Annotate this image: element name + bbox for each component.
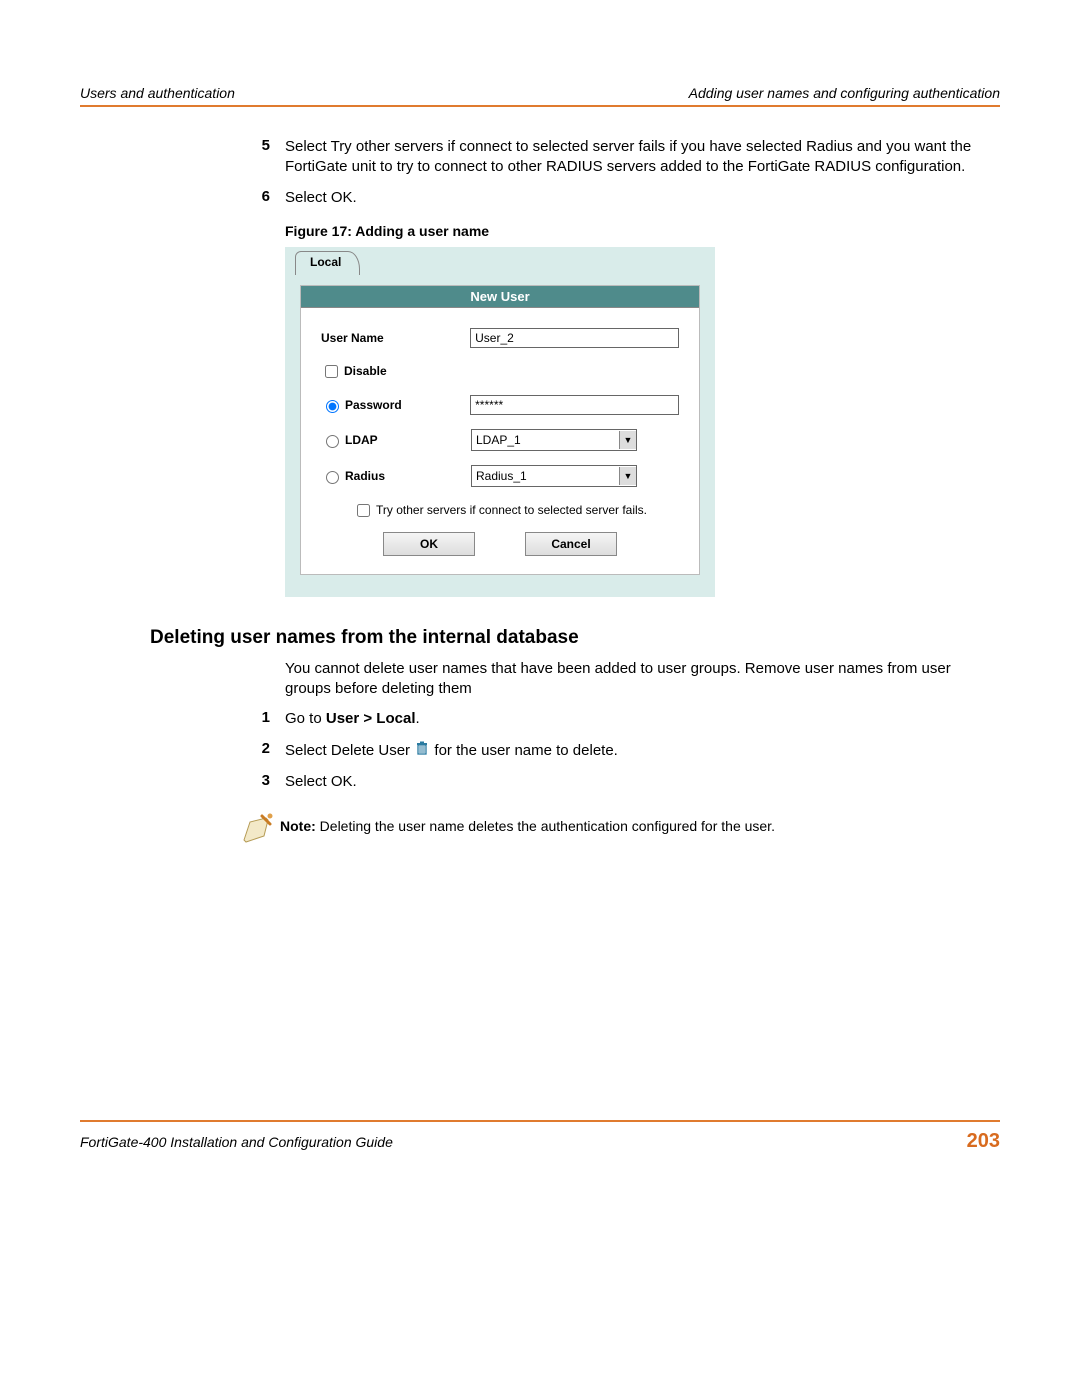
- user-name-label: User Name: [321, 331, 470, 345]
- ldap-row[interactable]: LDAP: [321, 432, 471, 448]
- cancel-button[interactable]: Cancel: [525, 532, 617, 556]
- step-num: 6: [240, 188, 285, 208]
- chevron-down-icon: ▼: [619, 467, 636, 485]
- new-user-dialog: Local New User User Name Disable: [285, 247, 715, 597]
- disable-row[interactable]: Disable: [321, 362, 471, 381]
- step-text: Go to User > Local.: [285, 709, 1000, 729]
- password-row[interactable]: Password: [321, 397, 470, 413]
- ldap-radio[interactable]: [326, 435, 339, 448]
- radius-select[interactable]: Radius_1 ▼: [471, 465, 637, 487]
- text: Select Delete User: [285, 742, 414, 759]
- radius-label: Radius: [345, 469, 385, 483]
- password-label: Password: [345, 398, 402, 412]
- step-num: 5: [240, 137, 285, 178]
- step-5: 5 Select Try other servers if connect to…: [240, 137, 1000, 178]
- header-rule: [80, 105, 1000, 107]
- note-text: Note: Deleting the user name deletes the…: [280, 812, 775, 834]
- ldap-select[interactable]: LDAP_1 ▼: [471, 429, 637, 451]
- trash-icon: [414, 740, 430, 762]
- step-6: 6 Select OK.: [240, 188, 1000, 208]
- form-title: New User: [301, 286, 699, 308]
- nav-path: User > Local: [326, 710, 416, 727]
- delete-intro: You cannot delete user names that have b…: [285, 659, 985, 700]
- text: Go to: [285, 710, 326, 727]
- step-text: Select OK.: [285, 772, 1000, 792]
- delete-step-3: 3 Select OK.: [240, 772, 1000, 792]
- delete-step-1: 1 Go to User > Local.: [240, 709, 1000, 729]
- footer-rule: [80, 1120, 1000, 1122]
- step-text: Select Try other servers if connect to s…: [285, 137, 1000, 178]
- header-right: Adding user names and configuring authen…: [689, 85, 1000, 101]
- chevron-down-icon: ▼: [619, 431, 636, 449]
- try-other-checkbox[interactable]: [357, 504, 370, 517]
- tab-local[interactable]: Local: [295, 251, 360, 275]
- step-text: Select OK.: [285, 188, 1000, 208]
- note-label: Note:: [280, 818, 316, 834]
- user-name-input[interactable]: [470, 328, 679, 348]
- radius-value: Radius_1: [476, 469, 527, 483]
- step-num: 1: [240, 709, 285, 729]
- delete-step-2: 2 Select Delete User for the user name t…: [240, 740, 1000, 762]
- ldap-value: LDAP_1: [476, 433, 521, 447]
- footer-left: FortiGate-400 Installation and Configura…: [80, 1134, 393, 1150]
- disable-label: Disable: [344, 364, 387, 378]
- page-number: 203: [967, 1130, 1000, 1153]
- section-heading: Deleting user names from the internal da…: [150, 627, 1000, 649]
- ldap-label: LDAP: [345, 433, 378, 447]
- step-text: Select Delete User for the user name to …: [285, 740, 1000, 762]
- header-left: Users and authentication: [80, 85, 235, 101]
- text: .: [416, 710, 420, 727]
- ok-button[interactable]: OK: [383, 532, 475, 556]
- text: for the user name to delete.: [434, 742, 617, 759]
- step-num: 2: [240, 740, 285, 762]
- radius-row[interactable]: Radius: [321, 468, 471, 484]
- disable-checkbox[interactable]: [325, 365, 338, 378]
- try-other-label: Try other servers if connect to selected…: [376, 503, 647, 517]
- password-radio[interactable]: [326, 400, 339, 413]
- radius-radio[interactable]: [326, 471, 339, 484]
- figure-caption: Figure 17: Adding a user name: [285, 223, 1000, 239]
- note-icon: [240, 812, 280, 850]
- note-body: Deleting the user name deletes the authe…: [316, 818, 775, 834]
- step-num: 3: [240, 772, 285, 792]
- password-input[interactable]: [470, 395, 679, 415]
